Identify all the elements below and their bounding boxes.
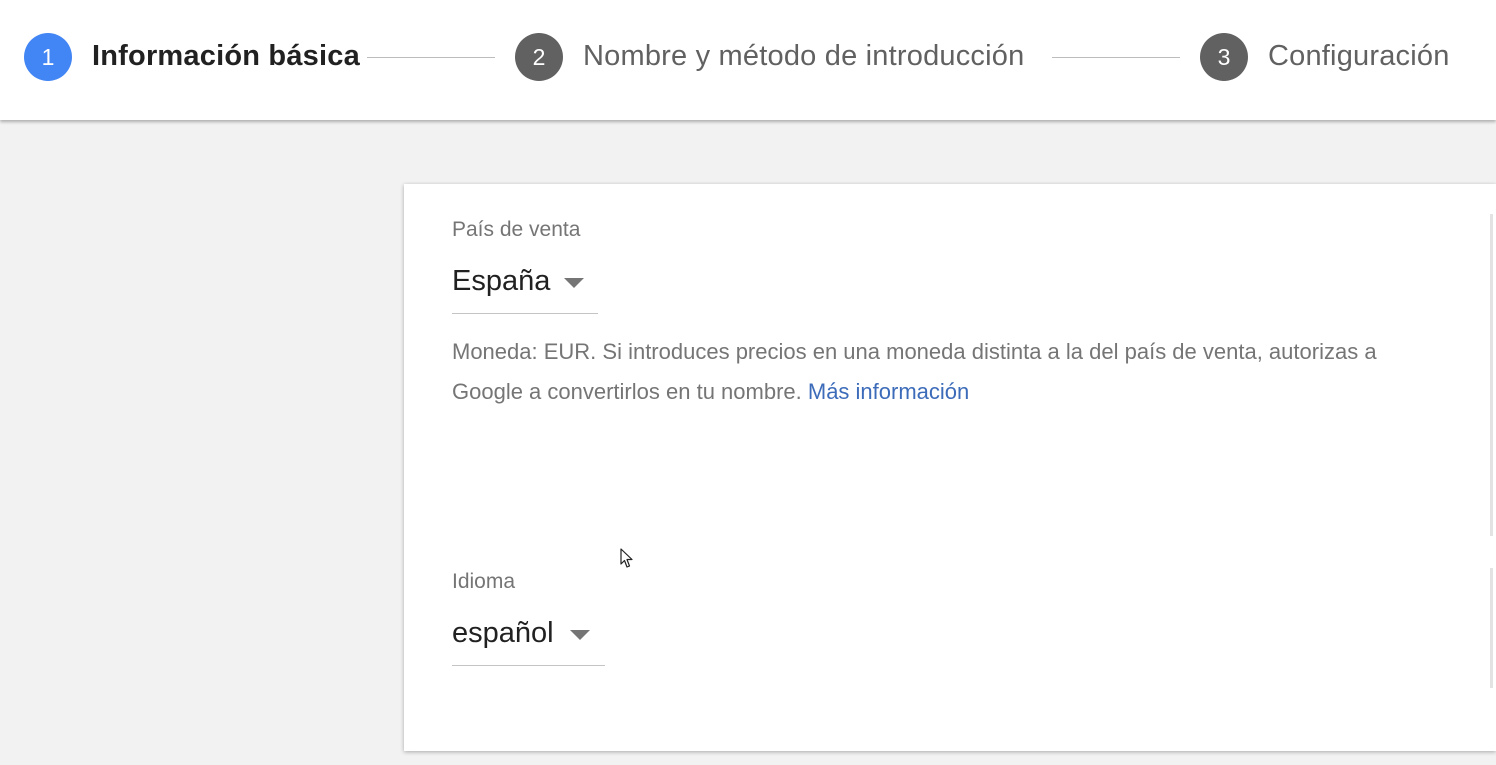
chevron-down-icon <box>564 278 584 288</box>
mouse-cursor-icon <box>620 548 633 568</box>
language-value: español <box>452 617 554 649</box>
step-3-badge[interactable]: 3 <box>1200 33 1248 81</box>
country-dropdown[interactable]: España <box>452 263 598 314</box>
step-connector-2 <box>1052 57 1180 58</box>
step-1-badge[interactable]: 1 <box>24 33 72 81</box>
currency-help-text: Moneda: EUR. Si introduces precios en un… <box>452 332 1452 412</box>
card-divider-bottom <box>1490 568 1493 688</box>
step-3-label[interactable]: Configuración <box>1268 38 1450 74</box>
step-2-label[interactable]: Nombre y método de introducción <box>583 38 1024 74</box>
chevron-down-icon <box>570 630 590 640</box>
card-divider-top <box>1490 214 1493 536</box>
step-connector-1 <box>367 57 495 58</box>
language-dropdown[interactable]: español <box>452 615 605 666</box>
step-1-label[interactable]: Información básica <box>92 38 360 74</box>
country-label: País de venta <box>452 218 581 241</box>
more-info-link[interactable]: Más información <box>808 379 969 404</box>
stepper-header: 1 Información básica 2 Nombre y método d… <box>0 0 1496 120</box>
language-label: Idioma <box>452 570 516 593</box>
country-value: España <box>452 265 551 297</box>
step-2-badge[interactable]: 2 <box>515 33 563 81</box>
